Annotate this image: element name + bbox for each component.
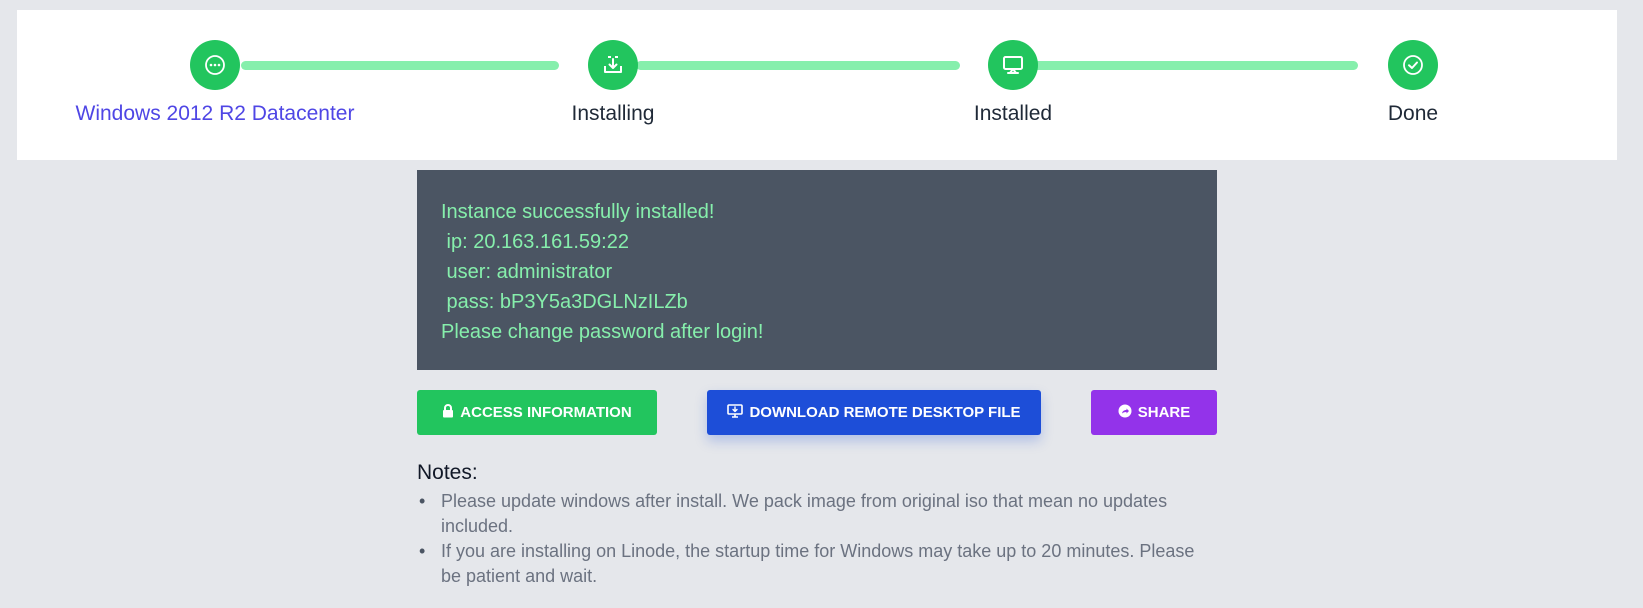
- step-1-circle: [190, 40, 240, 90]
- console-line: Please change password after login!: [441, 321, 764, 343]
- more-dots-icon: [204, 54, 226, 76]
- note-text: If you are installing on Linode, the sta…: [441, 541, 1195, 586]
- note-text: Please update windows after install. We …: [441, 491, 1168, 536]
- console-line-user: user: administrator: [441, 261, 613, 283]
- download-tray-icon: [601, 53, 625, 77]
- bullet-icon: •: [419, 491, 426, 511]
- install-stepper: Windows 2012 R2 Datacenter Installing In…: [17, 10, 1617, 160]
- step-3-label: Installed: [973, 102, 1053, 125]
- lock-icon: [442, 403, 454, 422]
- notes-title: Notes:: [417, 461, 478, 484]
- bullet-icon: •: [419, 541, 426, 561]
- download-remote-desktop-button[interactable]: DOWNLOAD REMOTE DESKTOP FILE: [707, 390, 1041, 435]
- console-line-ip: ip: 20.163.161.59:22: [441, 231, 629, 253]
- step-2-label: Installing: [571, 102, 655, 125]
- console-line: Instance successfully installed!: [441, 201, 715, 223]
- connector-1: [241, 61, 559, 70]
- remote-desktop-icon: [727, 403, 744, 422]
- install-output-console: Instance successfully installed! ip: 20.…: [417, 170, 1217, 370]
- notes-section: Notes: • Please update windows after ins…: [417, 460, 1217, 589]
- share-label: SHARE: [1137, 404, 1191, 421]
- step-1-label[interactable]: Windows 2012 R2 Datacenter: [55, 102, 375, 126]
- list-item: • If you are installing on Linode, the s…: [417, 539, 1217, 589]
- list-item: • Please update windows after install. W…: [417, 489, 1217, 539]
- monitor-icon: [1001, 53, 1025, 77]
- step-3-circle: [988, 40, 1038, 90]
- connector-3: [1032, 61, 1358, 70]
- notes-list: • Please update windows after install. W…: [417, 489, 1217, 589]
- share-icon: [1118, 404, 1132, 422]
- install-progress-page: Windows 2012 R2 Datacenter Installing In…: [0, 0, 1643, 608]
- connector-2: [636, 61, 960, 70]
- access-information-label: ACCESS INFORMATION: [460, 404, 632, 421]
- step-4-circle: [1388, 40, 1438, 90]
- access-information-button[interactable]: ACCESS INFORMATION: [417, 390, 657, 435]
- step-4-label: Done: [1387, 102, 1439, 125]
- console-line-pass: pass: bP3Y5a3DGLNzILZb: [441, 291, 688, 313]
- step-2-circle: [588, 40, 638, 90]
- download-remote-desktop-label: DOWNLOAD REMOTE DESKTOP FILE: [749, 404, 1021, 421]
- check-circle-icon: [1402, 54, 1424, 76]
- share-button[interactable]: SHARE: [1091, 390, 1217, 435]
